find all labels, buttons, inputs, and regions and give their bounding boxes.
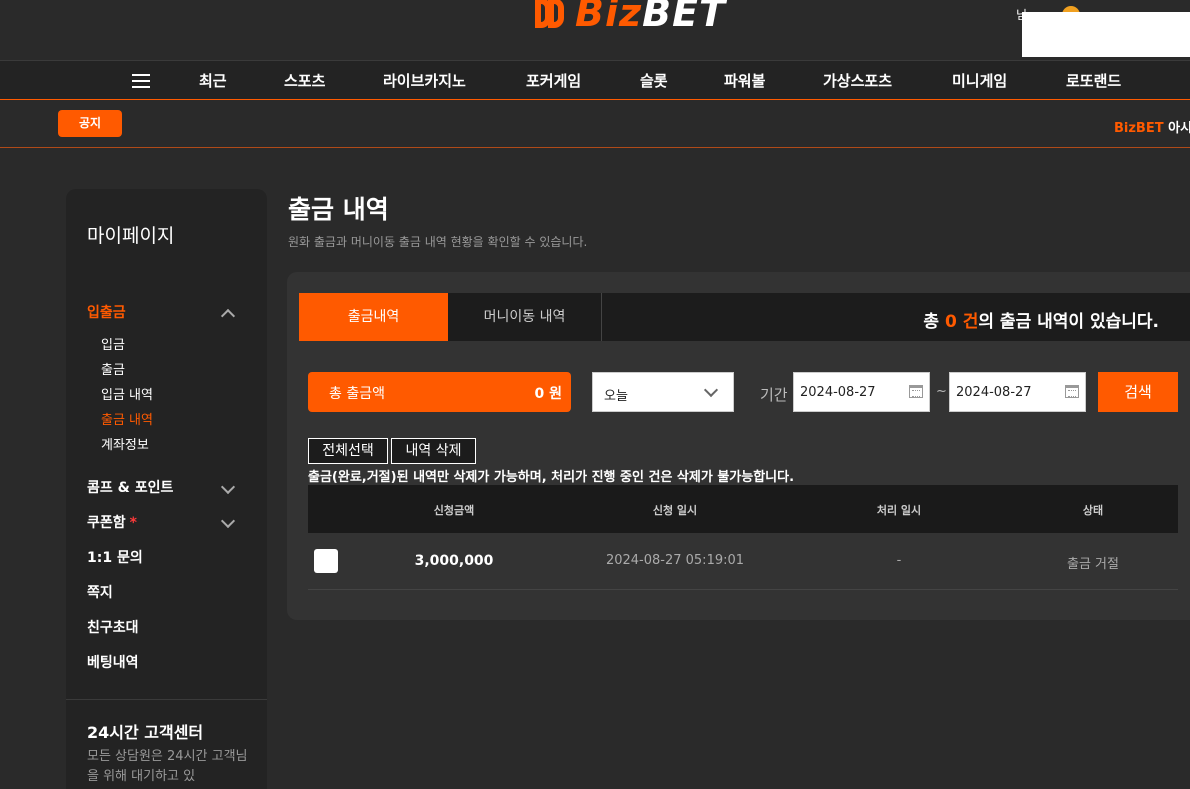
tab-withdraw-history[interactable]: 출금내역 xyxy=(299,293,448,341)
period-select-value: 오늘 xyxy=(604,389,628,404)
site-logo[interactable]: BizBET xyxy=(535,0,726,36)
sidebar-item-withdraw-history[interactable]: 출금 내역 xyxy=(101,409,153,428)
date-separator: ~ xyxy=(936,384,947,399)
sidebar-item-account-info[interactable]: 계좌정보 xyxy=(101,434,149,453)
nav-item-virtual-sports[interactable]: 가상스포츠 xyxy=(823,70,892,91)
notice-badge[interactable]: 공지 xyxy=(58,110,122,137)
logo-mark-icon xyxy=(535,0,569,30)
logo-biz: Biz xyxy=(575,0,643,35)
row-checkbox[interactable] xyxy=(314,549,338,573)
sidebar-item-inquiry[interactable]: 1:1 문의 xyxy=(87,547,143,567)
page-title: 출금 내역 xyxy=(288,195,389,224)
table-header: 신청금액 신청 일시 처리 일시 상태 xyxy=(308,485,1178,533)
ticker-brand: BizBET xyxy=(1114,121,1164,136)
sidebar: 마이페이지 입출금 입금 출금 입금 내역 출금 내역 계좌정보 콤프 & 포인… xyxy=(66,189,267,789)
delete-history-button[interactable]: 내역 삭제 xyxy=(391,438,476,464)
row-status: 출금 거절 xyxy=(1067,557,1119,572)
tab-money-transfer-history[interactable]: 머니이동 내역 xyxy=(448,293,602,341)
count-number: 0 건 xyxy=(944,312,979,332)
sidebar-item-deposit[interactable]: 입금 xyxy=(101,334,125,353)
nav-item-poker[interactable]: 포커게임 xyxy=(526,70,581,91)
total-withdraw-label: 총 출금액 xyxy=(329,386,385,402)
sidebar-divider xyxy=(66,699,267,700)
delete-warning: 출금(완료,거절)된 내역만 삭제가 가능하며, 처리가 진행 중인 건은 삭제… xyxy=(308,470,795,485)
new-mark: * xyxy=(129,515,137,531)
cs-title: 24시간 고객센터 xyxy=(87,723,204,742)
redacted-area xyxy=(1022,12,1190,57)
calendar-icon[interactable] xyxy=(1065,385,1079,398)
hamburger-menu-icon[interactable] xyxy=(132,73,152,89)
nav-item-lottoland[interactable]: 로또랜드 xyxy=(1066,70,1121,91)
chevron-down-icon[interactable] xyxy=(222,483,234,495)
main-nav: 최근 스포츠 라이브카지노 포커게임 슬롯 파워볼 가상스포츠 미니게임 로또랜… xyxy=(0,60,1190,100)
col-header-processed: 처리 일시 xyxy=(876,504,922,517)
col-header-amount: 신청금액 xyxy=(433,504,475,517)
sidebar-group-comp-point[interactable]: 콤프 & 포인트 xyxy=(87,477,173,497)
nav-item-recent[interactable]: 최근 xyxy=(199,70,227,91)
top-header: BizBET 님 xyxy=(0,0,1190,60)
chevron-down-icon[interactable] xyxy=(222,517,234,529)
notice-bar: 공지 BizBET 아시아 xyxy=(0,100,1190,148)
chevron-up-icon[interactable] xyxy=(222,307,234,319)
period-select[interactable]: 오늘 xyxy=(592,372,734,412)
page-description: 원화 출금과 머니이동 출금 내역 현황을 확인할 수 있습니다. xyxy=(288,235,588,249)
sidebar-item-deposit-history[interactable]: 입금 내역 xyxy=(101,384,153,403)
period-label: 기간 xyxy=(760,386,788,404)
nav-item-minigame[interactable]: 미니게임 xyxy=(952,70,1007,91)
sidebar-item-invite[interactable]: 친구초대 xyxy=(87,617,139,637)
total-withdraw-value: 0 원 xyxy=(534,386,563,402)
date-from-input[interactable]: 2024-08-27 xyxy=(793,372,930,412)
calendar-icon[interactable] xyxy=(909,385,923,398)
select-all-button[interactable]: 전체선택 xyxy=(308,438,388,464)
date-to-input[interactable]: 2024-08-27 xyxy=(949,372,1086,412)
nav-item-sports[interactable]: 스포츠 xyxy=(284,70,325,91)
nav-item-live-casino[interactable]: 라이브카지노 xyxy=(383,70,466,91)
ticker-text: 아시아 xyxy=(1168,121,1190,136)
sidebar-group-coupon[interactable]: 쿠폰함 * xyxy=(87,512,137,532)
sidebar-group-deposit-withdraw[interactable]: 입출금 xyxy=(87,302,126,322)
tab-bar: 출금내역 머니이동 내역 총 0 건의 출금 내역이 있습니다. xyxy=(299,293,1190,341)
row-requested: 2024-08-27 05:19:01 xyxy=(605,553,745,568)
sidebar-item-message[interactable]: 쪽지 xyxy=(87,582,113,602)
history-count: 총 0 건의 출금 내역이 있습니다. xyxy=(923,312,1159,332)
table-row: 3,000,000 2024-08-27 05:19:01 - 출금 거절 xyxy=(308,533,1178,590)
row-processed: - xyxy=(896,553,902,568)
search-button[interactable]: 검색 xyxy=(1098,372,1178,412)
col-header-requested: 신청 일시 xyxy=(652,504,698,517)
nav-item-slot[interactable]: 슬롯 xyxy=(640,70,668,91)
sidebar-title: 마이페이지 xyxy=(87,225,175,247)
sidebar-item-withdraw[interactable]: 출금 xyxy=(101,359,125,378)
nav-item-powerball[interactable]: 파워볼 xyxy=(724,70,765,91)
total-withdraw-box: 총 출금액 0 원 xyxy=(308,372,571,412)
col-header-status: 상태 xyxy=(1082,504,1104,517)
logo-bet: BET xyxy=(642,0,726,35)
notice-ticker[interactable]: BizBET 아시아 xyxy=(1114,117,1190,136)
sidebar-item-betting-history[interactable]: 베팅내역 xyxy=(87,652,139,672)
row-amount: 3,000,000 xyxy=(414,553,494,569)
chevron-down-icon xyxy=(703,382,719,398)
cs-text: 모든 상담원은 24시간 고객님을 위해 대기하고 있 xyxy=(87,749,248,784)
